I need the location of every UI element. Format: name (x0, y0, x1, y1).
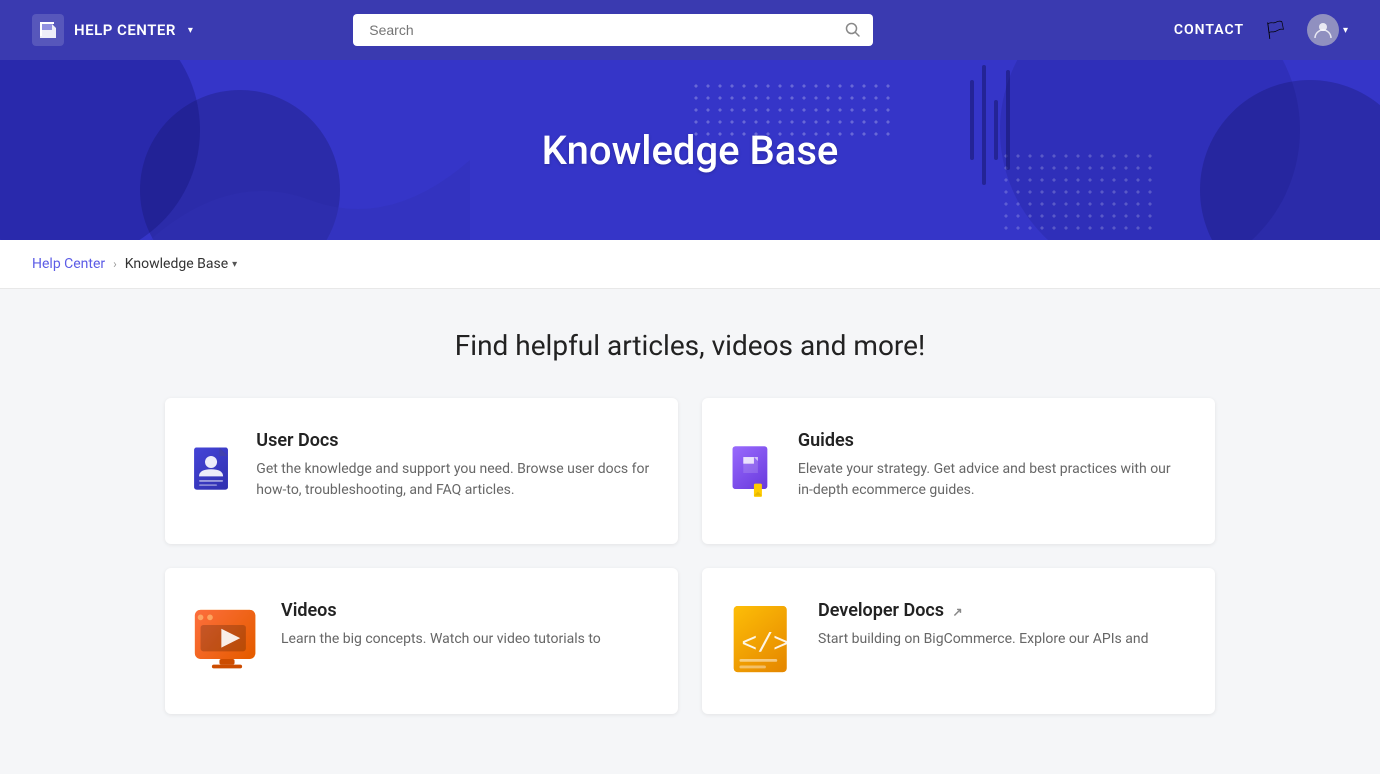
hero-line-2 (982, 65, 986, 185)
search-icon (845, 22, 861, 38)
search-button[interactable] (833, 14, 873, 46)
card-guides-title: Guides (798, 430, 1187, 451)
breadcrumb-home[interactable]: Help Center (32, 256, 105, 272)
card-guides-desc: Elevate your strategy. Get advice and be… (798, 459, 1187, 501)
user-icon (1314, 21, 1332, 39)
card-guides[interactable]: Guides Elevate your strategy. Get advice… (702, 398, 1215, 544)
search-input[interactable] (353, 14, 873, 46)
card-videos[interactable]: Videos Learn the big concepts. Watch our… (165, 568, 678, 714)
hero-banner: Knowledge Base (0, 60, 1380, 240)
card-developer-docs-title: Developer Docs ↗ (818, 600, 1148, 621)
breadcrumb-current[interactable]: Knowledge Base ▾ (125, 256, 237, 272)
external-link-icon: ↗ (953, 605, 963, 619)
brand-label: HELP CENTER (74, 21, 176, 39)
logo-icon (32, 14, 64, 46)
card-developer-docs-desc: Start building on BigCommerce. Explore o… (818, 629, 1148, 650)
card-videos-desc: Learn the big concepts. Watch our video … (281, 629, 601, 650)
hero-line-1 (970, 80, 974, 160)
navbar-right: CONTACT 🏳 ▾ (1174, 14, 1348, 46)
card-user-docs-title: User Docs (256, 430, 650, 451)
hero-line-4 (1006, 70, 1010, 170)
avatar (1307, 14, 1339, 46)
navbar: HELP CENTER ▾ CONTACT 🏳 ▾ (0, 0, 1380, 60)
hero-decor-dots-2 (1000, 150, 1160, 230)
card-user-docs-desc: Get the knowledge and support you need. … (256, 459, 650, 501)
card-developer-docs-content: Developer Docs ↗ Start building on BigCo… (818, 600, 1148, 650)
flag-icon[interactable]: 🏳 (1264, 20, 1287, 41)
card-videos-title: Videos (281, 600, 601, 621)
hero-wave-svg (150, 140, 470, 240)
card-videos-content: Videos Learn the big concepts. Watch our… (281, 600, 601, 650)
brand-caret: ▾ (188, 25, 193, 36)
card-developer-docs[interactable]: </> Developer Docs ↗ Start building on B… (702, 568, 1215, 714)
hero-title: Knowledge Base (542, 127, 839, 174)
avatar-caret: ▾ (1343, 25, 1348, 36)
card-user-docs-content: User Docs Get the knowledge and support … (256, 430, 650, 501)
breadcrumb-separator: › (113, 257, 117, 271)
user-docs-icon (193, 430, 236, 512)
search-area (353, 14, 873, 46)
card-guides-content: Guides Elevate your strategy. Get advice… (798, 430, 1187, 501)
logo-area[interactable]: HELP CENTER ▾ (32, 14, 193, 46)
breadcrumb-caret: ▾ (232, 259, 237, 270)
hero-line-3 (994, 100, 998, 160)
guides-icon (730, 430, 778, 512)
developer-docs-icon: </> (730, 600, 798, 682)
breadcrumb: Help Center › Knowledge Base ▾ (0, 240, 1380, 289)
avatar-wrapper[interactable]: ▾ (1307, 14, 1348, 46)
breadcrumb-current-label: Knowledge Base (125, 256, 228, 272)
main-content: Find helpful articles, videos and more! (0, 289, 1380, 774)
videos-icon (193, 600, 261, 682)
card-user-docs[interactable]: User Docs Get the knowledge and support … (165, 398, 678, 544)
cards-grid: User Docs Get the knowledge and support … (165, 398, 1215, 714)
contact-link[interactable]: CONTACT (1174, 22, 1244, 38)
find-title: Find helpful articles, videos and more! (32, 329, 1348, 362)
hero-decor-lines (970, 60, 1010, 220)
